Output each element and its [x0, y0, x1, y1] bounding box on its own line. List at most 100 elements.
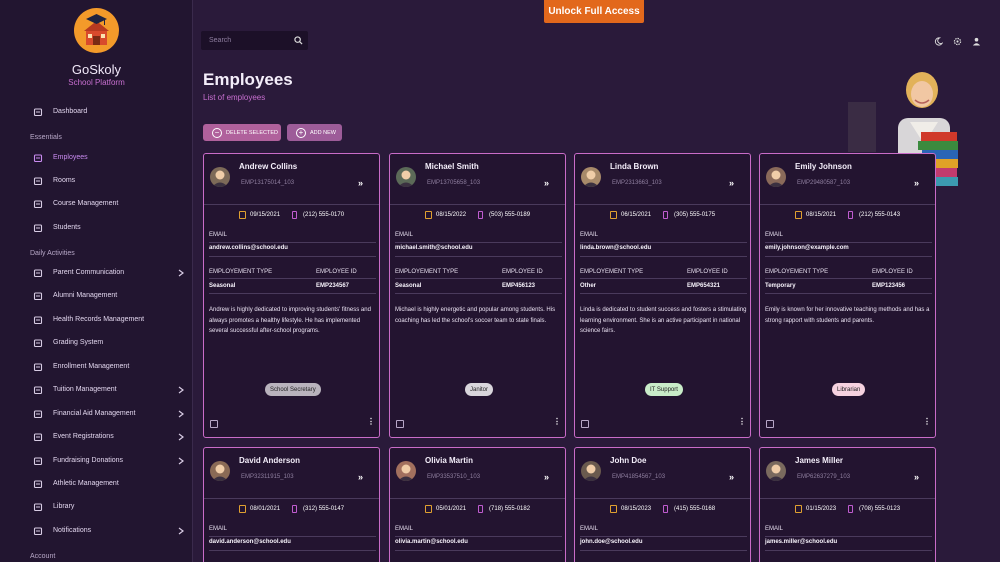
open-details-icon[interactable]: » — [358, 472, 363, 482]
employee-bio: Andrew is highly dedicated to improving … — [209, 307, 371, 334]
chevron-right-icon[interactable] — [177, 432, 185, 442]
calendar-icon — [425, 505, 432, 513]
calendar-icon — [610, 505, 617, 513]
more-options-icon[interactable]: ⋮ — [738, 418, 746, 426]
contact-row: 06/15/2021 (305) 555-0175 — [610, 211, 715, 219]
employee-email: linda.brown@school.edu — [580, 245, 652, 251]
employee-code: EMP33537510_103 — [427, 474, 481, 480]
calendar-icon — [795, 211, 802, 219]
employment-type: Temporary — [765, 283, 796, 289]
email-label: EMAIL — [395, 232, 414, 238]
email-label: EMAIL — [209, 232, 228, 238]
divider — [395, 242, 562, 243]
settings-gear-icon[interactable] — [953, 37, 962, 46]
email-label: EMAIL — [765, 232, 784, 238]
sidebar-item-athletic-management[interactable]: Athletic Management — [0, 474, 192, 494]
phone-number: (305) 555-0175 — [674, 212, 716, 218]
select-checkbox[interactable] — [396, 420, 404, 428]
enrollment-icon — [33, 363, 43, 372]
role-badge-label: School Secretary — [270, 386, 316, 393]
sidebar-item-health-records-management[interactable]: Health Records Management — [0, 310, 192, 330]
select-checkbox[interactable] — [210, 420, 218, 428]
more-options-icon[interactable]: ⋮ — [367, 418, 375, 426]
select-checkbox[interactable] — [766, 420, 774, 428]
chevron-right-icon[interactable] — [177, 456, 185, 466]
sidebar-item-label: Fundraising Donations — [53, 457, 124, 464]
sidebar-item-label: Students — [53, 224, 81, 231]
employee-bio: Linda is dedicated to student success an… — [580, 307, 747, 334]
open-details-icon[interactable]: » — [729, 178, 734, 188]
calendar-icon — [610, 211, 617, 219]
rooms-icon — [33, 177, 43, 186]
employee-id-label: EMPLOYEE ID — [316, 269, 357, 275]
sidebar-item-dashboard[interactable]: Dashboard — [0, 102, 192, 122]
course-icon — [33, 200, 43, 209]
calendar-icon — [425, 211, 432, 219]
avatar — [766, 167, 786, 187]
sidebar-item-students[interactable]: Students — [0, 218, 192, 238]
employee-name: Olivia Martin — [425, 456, 474, 465]
delete-selected-button[interactable]: − DELETE SELECTED — [203, 124, 281, 141]
divider — [760, 498, 935, 499]
sidebar-item-grading-system[interactable]: Grading System — [0, 333, 192, 353]
employee-code: EMP29480587_103 — [797, 180, 851, 186]
user-profile-icon[interactable] — [972, 37, 981, 46]
open-details-icon[interactable]: » — [358, 178, 363, 188]
section-account: Account — [30, 553, 56, 560]
open-details-icon[interactable]: » — [914, 472, 919, 482]
sidebar-item-course-management[interactable]: Course Management — [0, 194, 192, 214]
donation-icon — [33, 457, 43, 466]
divider — [209, 293, 376, 294]
page-title: Employees — [203, 70, 293, 89]
sidebar-item-financial-aid-management[interactable]: Financial Aid Management — [0, 404, 192, 424]
more-options-icon[interactable]: ⋮ — [553, 418, 561, 426]
unlock-full-access-button[interactable]: Unlock Full Access — [544, 0, 644, 23]
sidebar-item-notifications[interactable]: Notifications — [0, 521, 192, 541]
chevron-right-icon[interactable] — [177, 268, 185, 278]
dark-mode-icon[interactable] — [934, 37, 943, 46]
divider — [209, 256, 376, 257]
sidebar-item-library[interactable]: Library — [0, 497, 192, 517]
search-placeholder: Search — [209, 37, 232, 44]
contact-row: 08/15/2023 (415) 555-0168 — [610, 505, 715, 513]
open-details-icon[interactable]: » — [914, 178, 919, 188]
employee-card: John Doe EMP41854567_103 » 08/15/2023 (4… — [574, 447, 751, 562]
hire-date: 08/01/2021 — [250, 506, 281, 512]
open-details-icon[interactable]: » — [544, 472, 549, 482]
sidebar-item-event-registrations[interactable]: Event Registrations — [0, 427, 192, 447]
employee-card: Michael Smith EMP13705658_103 » 08/15/20… — [389, 153, 566, 438]
employee-code: EMP32311915_103 — [241, 474, 294, 480]
select-checkbox[interactable] — [581, 420, 589, 428]
sidebar-item-employees[interactable]: Employees — [0, 148, 192, 168]
sidebar-item-label: Enrollment Management — [53, 363, 130, 370]
employee-name: David Anderson — [239, 456, 301, 465]
email-label: EMAIL — [765, 526, 784, 532]
open-details-icon[interactable]: » — [729, 472, 734, 482]
sidebar-item-rooms[interactable]: Rooms — [0, 171, 192, 191]
sidebar-item-enrollment-management[interactable]: Enrollment Management — [0, 357, 192, 377]
sidebar-item-label: Athletic Management — [53, 480, 119, 487]
employment-type-label: EMPLOYEMENT TYPE — [580, 269, 644, 275]
email-label: EMAIL — [580, 232, 599, 238]
open-details-icon[interactable]: » — [544, 178, 549, 188]
add-new-button[interactable]: + ADD NEW — [287, 124, 342, 141]
phone-icon — [663, 505, 669, 513]
divider — [765, 278, 932, 279]
home-icon — [33, 108, 43, 117]
sidebar-item-parent-communication[interactable]: Parent Communication — [0, 263, 192, 283]
divider — [575, 204, 750, 205]
chevron-right-icon[interactable] — [177, 385, 185, 395]
search-input[interactable]: Search — [201, 31, 308, 50]
divider — [395, 550, 562, 551]
sidebar-item-alumni-management[interactable]: Alumni Management — [0, 286, 192, 306]
calendar-icon — [795, 505, 802, 513]
phone-icon — [478, 505, 484, 513]
sidebar-item-label: Rooms — [53, 177, 76, 184]
sidebar-item-fundraising-donations[interactable]: Fundraising Donations — [0, 451, 192, 471]
chevron-right-icon[interactable] — [177, 409, 185, 419]
search-icon[interactable] — [294, 36, 303, 45]
chevron-right-icon[interactable] — [177, 526, 185, 536]
email-label: EMAIL — [209, 526, 228, 532]
more-options-icon[interactable]: ⋮ — [923, 418, 931, 426]
sidebar-item-tuition-management[interactable]: Tuition Management — [0, 380, 192, 400]
